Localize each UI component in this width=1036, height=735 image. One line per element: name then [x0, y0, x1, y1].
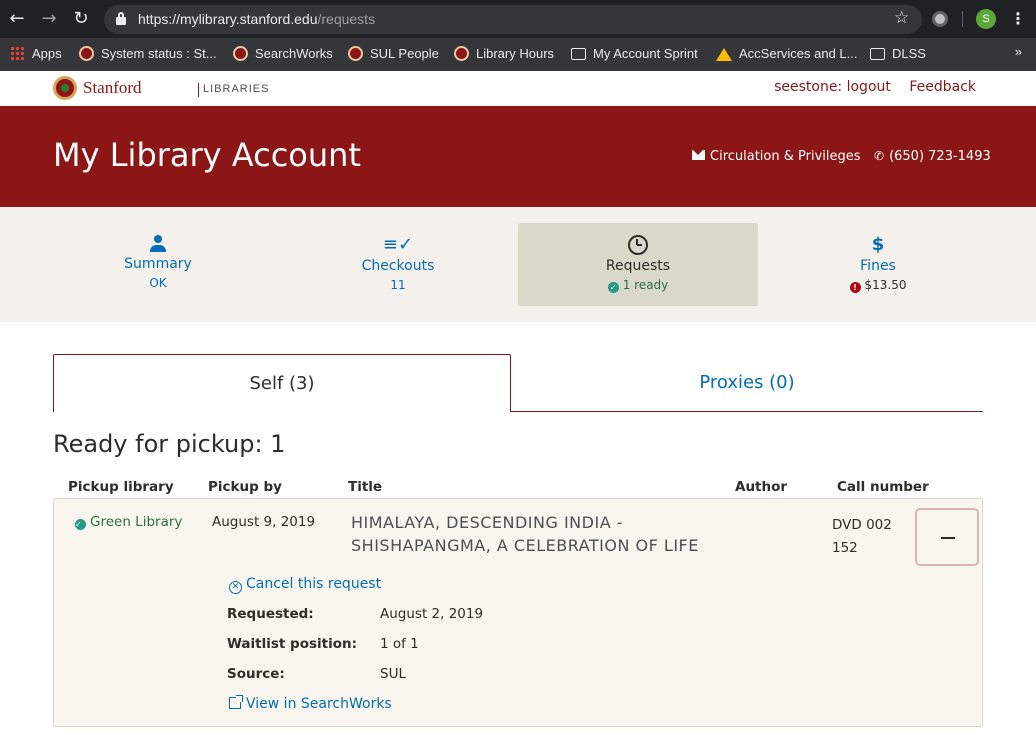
bookmark-dlss[interactable]: DLSS	[870, 44, 926, 64]
google-drive-icon	[716, 48, 732, 61]
nav-checkouts-count: 11	[390, 278, 406, 292]
nav-fines-label: Fines	[860, 258, 896, 274]
bookmark-system-status[interactable]: System status : St...	[79, 44, 217, 64]
nav-requests[interactable]: Requests ✓ 1 ready	[518, 223, 758, 306]
nav-fines-amount: ! $13.50	[758, 278, 998, 293]
bookmark-my-account-sprint[interactable]: My Account Sprint	[571, 44, 698, 64]
folder-icon	[870, 48, 885, 60]
cancel-request-link[interactable]: ✕ Cancel this request	[229, 576, 381, 594]
bookmark-star-icon[interactable]: ☆	[894, 8, 909, 28]
nav-requests-status: ✓ 1 ready	[518, 278, 758, 293]
tab-self[interactable]: Self (3)	[53, 354, 511, 412]
circulation-link[interactable]: Circulation & Privileges	[692, 149, 861, 164]
nav-summary[interactable]: Summary OK	[38, 223, 278, 306]
menu-kebab-icon[interactable]: ⋮	[1010, 8, 1026, 30]
stanford-seal-icon	[348, 46, 363, 61]
extension-icon[interactable]	[932, 11, 948, 27]
folder-icon	[571, 48, 586, 60]
clock-icon	[628, 235, 648, 255]
collapse-details-button[interactable]	[915, 508, 979, 566]
logo-subtitle: LIBRARIES	[203, 83, 270, 95]
col-pickup-by: Pickup by	[208, 479, 282, 495]
call-number-cell: DVD 002 152	[832, 514, 892, 560]
bookmark-library-hours[interactable]: Library Hours	[454, 44, 554, 64]
bookmark-accservices[interactable]: AccServices and L...	[716, 44, 858, 64]
bookmark-apps[interactable]: Apps	[10, 44, 62, 64]
site-topbar: Stanford LIBRARIES seestone: logout Feed…	[0, 71, 1036, 106]
nav-summary-status: OK	[149, 276, 167, 290]
user-links: seestone: logout Feedback	[760, 79, 976, 95]
phone-link[interactable]: ✆ (650) 723-1493	[874, 149, 991, 164]
reload-icon[interactable]: ↻	[70, 8, 92, 30]
nav-checkouts[interactable]: ≡✓ Checkouts 11	[278, 223, 518, 306]
logo-divider	[198, 83, 199, 97]
col-title: Title	[348, 479, 383, 495]
check-circle-icon: ✓	[75, 519, 86, 530]
profile-avatar[interactable]: S	[976, 9, 996, 29]
bookmarks-bar: Apps System status : St... SearchWorks S…	[0, 38, 1036, 71]
view-in-searchworks-link[interactable]: View in SearchWorks	[229, 695, 392, 712]
external-link-icon	[229, 695, 243, 709]
toolbar-divider	[962, 11, 963, 27]
call-number-line-2: 152	[832, 540, 858, 556]
apps-grid-icon	[10, 46, 25, 61]
page-banner: My Library Account Circulation & Privile…	[0, 106, 1036, 207]
requested-label: Requested:	[227, 606, 314, 622]
title-line-1: HIMALAYA, DESCENDING INDIA -	[351, 513, 623, 532]
requested-value: August 2, 2019	[380, 606, 484, 622]
nav-summary-label: Summary	[124, 256, 192, 272]
feedback-link[interactable]: Feedback	[909, 79, 976, 95]
bookmark-searchworks[interactable]: SearchWorks	[233, 44, 333, 64]
stanford-seal-icon	[79, 46, 94, 61]
lock-icon	[116, 12, 126, 25]
back-arrow-icon[interactable]: ←	[6, 8, 28, 30]
url-text[interactable]: https://mylibrary.stanford.edu/requests	[138, 11, 375, 27]
tab-proxies[interactable]: Proxies (0)	[511, 354, 983, 412]
stanford-seal-icon	[53, 76, 77, 100]
stanford-seal-icon	[233, 46, 248, 61]
call-number-line-1: DVD 002	[832, 517, 892, 533]
bookmark-sul-people[interactable]: SUL People	[348, 44, 439, 64]
cancel-circle-icon: ✕	[229, 581, 242, 594]
bookmarks-overflow-icon[interactable]: »	[1015, 44, 1022, 59]
waitlist-value: 1 of 1	[380, 636, 419, 652]
source-label: Source:	[227, 666, 285, 682]
nav-checkouts-label: Checkouts	[361, 258, 435, 274]
col-call-number: Call number	[837, 479, 929, 495]
waitlist-label: Waitlist position:	[227, 636, 358, 652]
logo-wordmark: Stanford	[83, 78, 142, 97]
nav-requests-label: Requests	[605, 258, 671, 274]
checklist-icon: ≡✓	[382, 234, 414, 255]
nav-fines[interactable]: $ Fines ! $13.50	[758, 223, 998, 306]
table-row: ✓ Green Library August 9, 2019 HIMALAYA, …	[53, 498, 983, 727]
main-content: Self (3) Proxies (0) Ready for pickup: 1…	[0, 322, 1036, 735]
phone-icon: ✆	[874, 149, 885, 163]
forward-arrow-icon[interactable]: →	[38, 8, 60, 30]
browser-toolbar: ← → ↻ https://mylibrary.stanford.edu/req…	[0, 0, 1036, 38]
ready-heading: Ready for pickup: 1	[53, 430, 286, 458]
check-circle-icon: ✓	[607, 282, 619, 293]
page-title: My Library Account	[53, 136, 361, 174]
envelope-icon	[692, 150, 705, 160]
account-nav: Summary OK ≡✓ Checkouts 11 Requests ✓ 1 r…	[0, 207, 1036, 322]
dollar-icon: $	[871, 234, 885, 255]
address-bar[interactable]: https://mylibrary.stanford.edu/requests …	[104, 5, 922, 34]
title-cell: HIMALAYA, DESCENDING INDIA - SHISHAPANGM…	[351, 511, 699, 557]
user-icon	[149, 235, 167, 253]
col-pickup-library: Pickup library	[68, 479, 174, 495]
col-author: Author	[735, 479, 788, 495]
pickup-by-cell: August 9, 2019	[212, 514, 316, 530]
logout-link[interactable]: seestone: logout	[774, 79, 891, 95]
source-value: SUL	[380, 666, 406, 682]
alert-circle-icon: !	[849, 282, 861, 293]
stanford-seal-icon	[454, 46, 469, 61]
pickup-library-cell: ✓ Green Library	[75, 514, 183, 530]
title-line-2: SHISHAPANGMA, A CELEBRATION OF LIFE	[351, 536, 699, 555]
